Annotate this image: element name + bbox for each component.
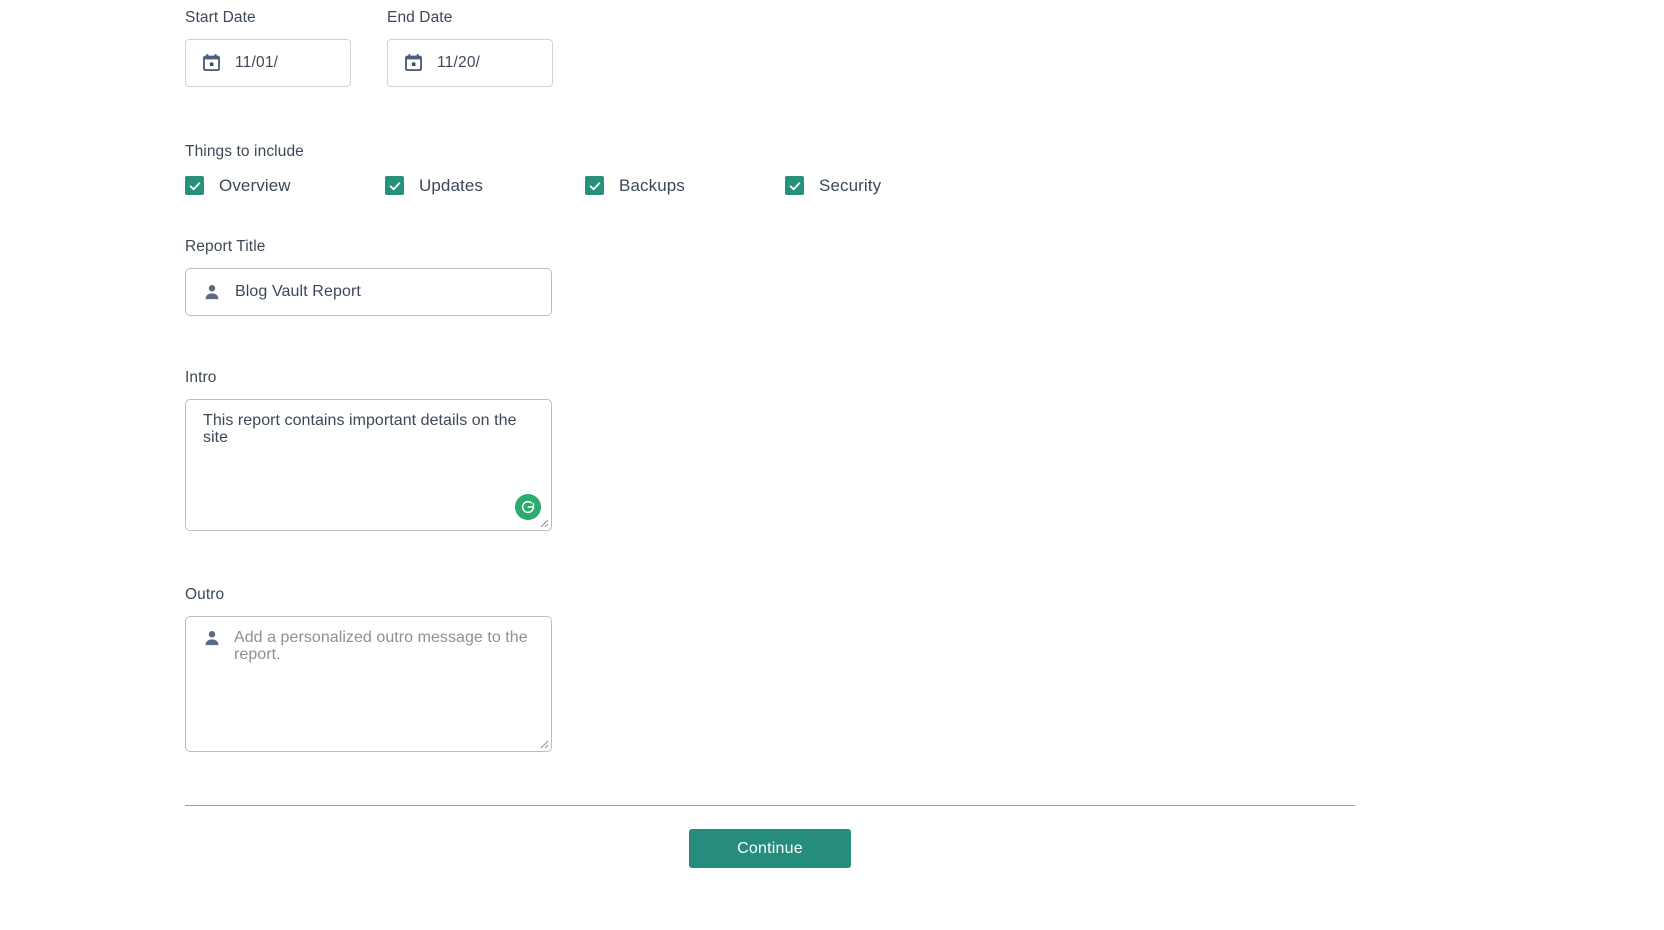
start-date-input[interactable]: 11/01/ xyxy=(185,38,351,87)
check-icon xyxy=(789,181,800,190)
checkbox-security[interactable] xyxy=(785,176,804,196)
intro-block: Intro This report contains important det… xyxy=(185,369,552,531)
outro-textarea[interactable]: Add a personalized outro message to the … xyxy=(185,615,552,752)
report-title-block: Report Title Blog Vault Report xyxy=(185,238,552,316)
outro-label: Outro xyxy=(185,586,225,603)
checkbox-item-updates[interactable]: Updates xyxy=(385,176,585,196)
checkbox-label-backups: Backups xyxy=(619,175,685,195)
report-title-value: Blog Vault Report xyxy=(235,282,361,300)
report-title-label: Report Title xyxy=(185,238,266,255)
calendar-icon xyxy=(202,53,221,72)
checkbox-item-overview[interactable]: Overview xyxy=(185,176,385,196)
checkbox-item-security[interactable]: Security xyxy=(785,176,881,196)
outro-content: Add a personalized outro message to the … xyxy=(203,629,537,664)
intro-content: This report contains important details o… xyxy=(203,412,537,447)
start-date-label: Start Date xyxy=(185,9,256,26)
checkbox-label-updates: Updates xyxy=(419,175,484,195)
checkbox-label-security: Security xyxy=(819,175,882,195)
report-setup-form: Start Date 11/01/ End Date 11/20/ Things… xyxy=(0,0,1664,930)
start-date-group: Start Date 11/01/ xyxy=(185,9,351,87)
person-icon xyxy=(203,629,221,647)
report-title-input[interactable]: Blog Vault Report xyxy=(185,267,552,316)
continue-button[interactable]: Continue xyxy=(689,829,851,868)
outro-block: Outro Add a personalized outro message t… xyxy=(185,586,552,752)
check-icon xyxy=(189,181,200,190)
checkbox-overview[interactable] xyxy=(185,176,204,196)
check-icon xyxy=(589,181,600,190)
things-to-include-block: Things to include Overview Updates Backu… xyxy=(185,143,881,196)
intro-label: Intro xyxy=(185,369,217,386)
resize-handle[interactable] xyxy=(536,736,549,749)
intro-textarea[interactable]: This report contains important details o… xyxy=(185,398,552,531)
checkbox-updates[interactable] xyxy=(385,176,404,196)
check-icon xyxy=(389,181,400,190)
things-to-include-label: Things to include xyxy=(185,143,304,160)
start-date-value: 11/01/ xyxy=(235,53,279,71)
end-date-label: End Date xyxy=(387,9,453,26)
checkbox-label-overview: Overview xyxy=(219,175,291,195)
calendar-icon xyxy=(404,53,423,72)
person-icon xyxy=(203,283,221,301)
outro-placeholder: Add a personalized outro message to the … xyxy=(234,628,528,663)
end-date-input[interactable]: 11/20/ xyxy=(387,38,553,87)
checkbox-item-backups[interactable]: Backups xyxy=(585,176,785,196)
things-to-include-options: Overview Updates Backups Security xyxy=(185,176,881,196)
intro-value: This report contains important details o… xyxy=(203,411,517,446)
date-range-row: Start Date 11/01/ End Date 11/20/ xyxy=(185,9,553,87)
end-date-value: 11/20/ xyxy=(437,53,481,71)
end-date-group: End Date 11/20/ xyxy=(387,9,553,87)
checkbox-backups[interactable] xyxy=(585,176,604,196)
section-divider xyxy=(185,805,1355,806)
resize-handle[interactable] xyxy=(536,515,549,528)
